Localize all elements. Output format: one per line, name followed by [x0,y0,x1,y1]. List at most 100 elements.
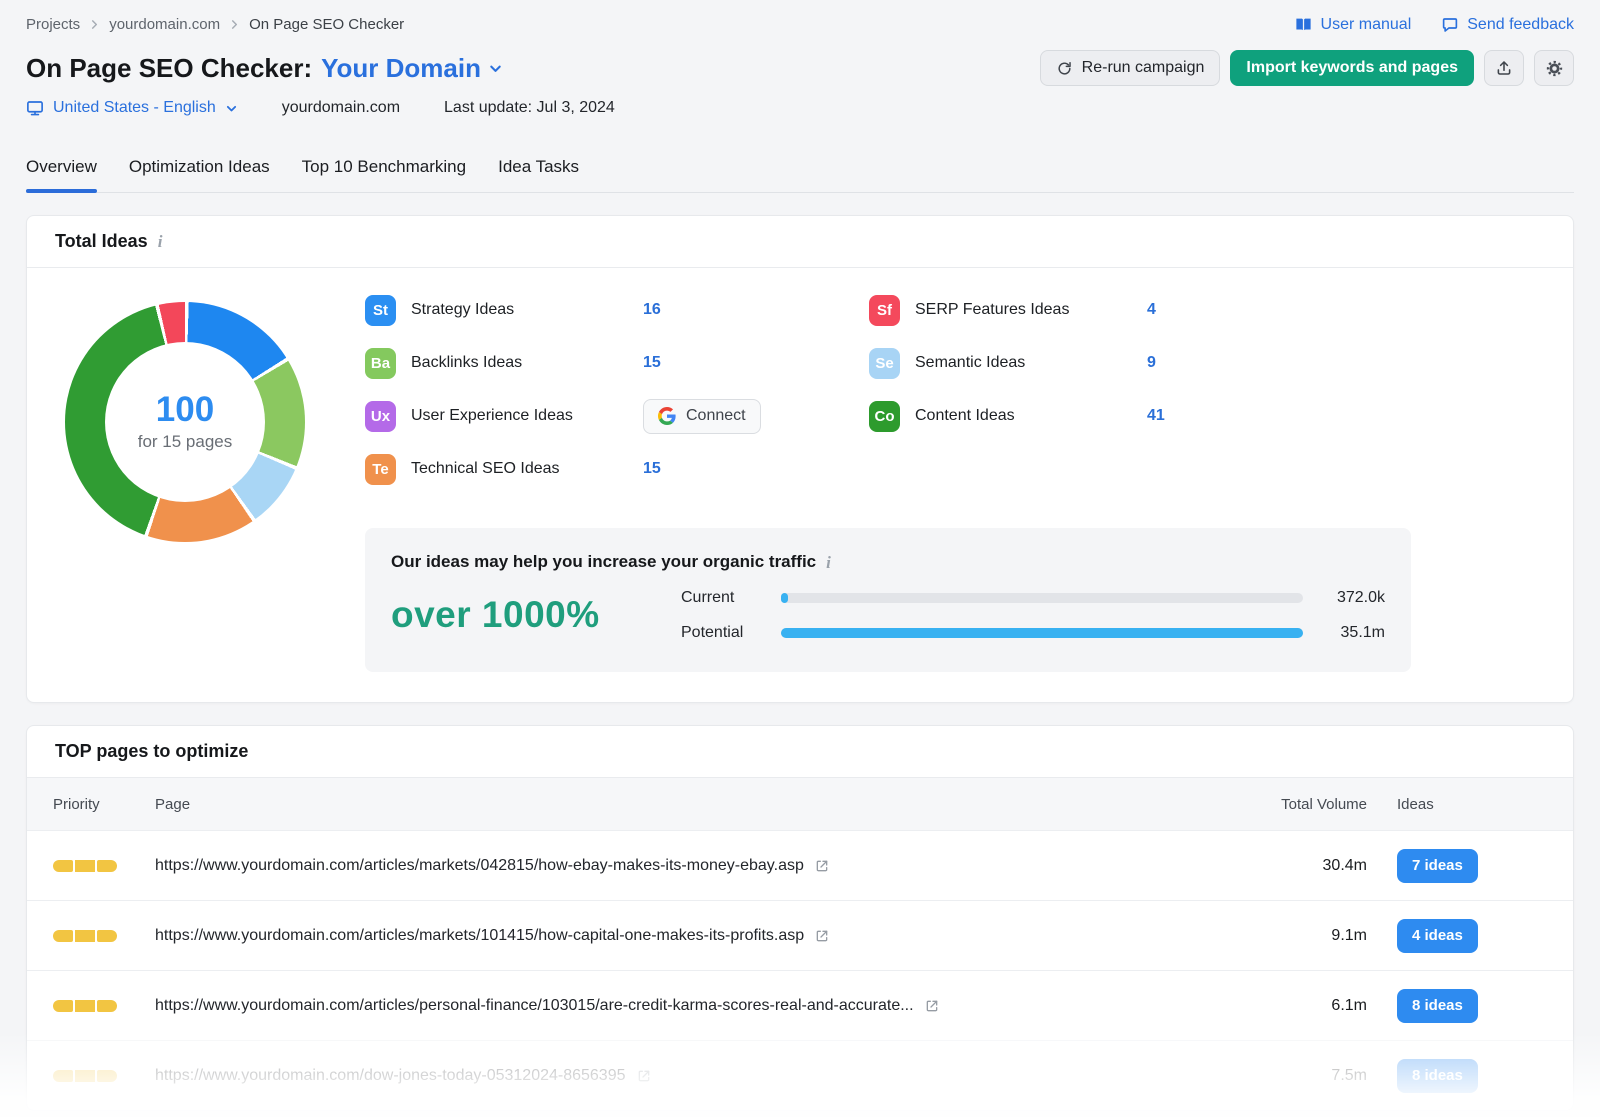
locale-selector[interactable]: United States - English [26,99,238,117]
info-icon[interactable]: i [158,233,163,250]
column-ideas: Ideas [1397,796,1547,813]
header-actions: Re-run campaign Import keywords and page… [1040,50,1574,86]
legend-label: Semantic Ideas [915,354,1147,372]
chevron-right-icon [230,20,239,29]
external-link-icon[interactable] [636,1068,652,1084]
google-logo-icon [658,407,676,425]
page-title: On Page SEO Checker: Your Domain [26,53,503,84]
tab-optimization-ideas[interactable]: Optimization Ideas [129,157,270,192]
import-keywords-label: Import keywords and pages [1246,59,1458,77]
user-manual-label: User manual [1321,16,1412,34]
monitor-icon [26,99,44,117]
send-feedback-link[interactable]: Send feedback [1441,16,1574,34]
send-feedback-label: Send feedback [1467,16,1574,34]
priority-indicator [53,930,155,942]
ideas-count-button[interactable]: 4 ideas [1397,919,1478,953]
content-ideas-count[interactable]: 41 [1147,407,1165,425]
external-link-icon[interactable] [814,858,830,874]
legend-label: Backlinks Ideas [411,354,643,372]
ideas-count-button[interactable]: 7 ideas [1397,849,1478,883]
locale-label: United States - English [53,99,216,117]
tab-overview[interactable]: Overview [26,157,97,192]
external-link-icon[interactable] [924,998,940,1014]
total-ideas-body: 100 for 15 pages St Strategy Ideas 16 B [27,268,1573,702]
external-link-icon[interactable] [814,928,830,944]
tab-bar: Overview Optimization Ideas Top 10 Bench… [26,157,1574,193]
chevron-down-icon [488,61,503,76]
rerun-campaign-button[interactable]: Re-run campaign [1040,50,1221,86]
ideas-count-button[interactable]: 8 ideas [1397,1059,1478,1093]
column-page: Page [155,796,1237,813]
user-experience-badge: Ux [365,401,396,432]
donut-center-value: 100 [156,392,214,429]
page-url-link[interactable]: https://www.yourdomain.com/articles/mark… [155,857,804,875]
potential-value: 35.1m [1323,624,1385,642]
import-keywords-button[interactable]: Import keywords and pages [1230,50,1474,86]
tab-top-10-benchmarking[interactable]: Top 10 Benchmarking [302,157,466,192]
table-row: https://www.yourdomain.com/dow-jones-tod… [27,1040,1573,1110]
legend-label: SERP Features Ideas [915,301,1147,319]
breadcrumb: Projects yourdomain.com On Page SEO Chec… [26,16,404,33]
total-ideas-title: Total Ideas [55,231,148,252]
serp-features-ideas-count[interactable]: 4 [1147,301,1156,319]
technical-seo-badge: Te [365,454,396,485]
top-pages-title: TOP pages to optimize [55,741,248,762]
title-row: On Page SEO Checker: Your Domain Re-run … [26,50,1574,86]
semantic-badge: Se [869,348,900,379]
column-priority: Priority [53,796,155,813]
traffic-highlight: over 1000% [391,594,681,636]
rerun-campaign-label: Re-run campaign [1082,59,1205,77]
current-bar-fill [781,593,788,603]
google-connect-button[interactable]: Connect [643,399,761,434]
page-url-link[interactable]: https://www.yourdomain.com/dow-jones-tod… [155,1067,626,1085]
user-manual-link[interactable]: User manual [1294,15,1412,34]
ideas-count-button[interactable]: 8 ideas [1397,989,1478,1023]
table-row: https://www.yourdomain.com/articles/mark… [27,900,1573,970]
top-pages-card: TOP pages to optimize Priority Page Tota… [26,725,1574,1111]
total-volume-value: 6.1m [1237,997,1367,1015]
technical-seo-ideas-count[interactable]: 15 [643,460,661,478]
column-total-volume: Total Volume [1237,796,1367,813]
settings-button[interactable] [1534,50,1574,86]
domain-selector[interactable]: Your Domain [321,53,503,84]
export-button[interactable] [1484,50,1524,86]
traffic-content: over 1000% Current 372.0k Potential [391,580,1385,650]
breadcrumb-current: On Page SEO Checker [249,16,404,33]
backlinks-badge: Ba [365,348,396,379]
semantic-ideas-count[interactable]: 9 [1147,354,1156,372]
total-volume-value: 9.1m [1237,927,1367,945]
legend-item-serp-features: Sf SERP Features Ideas 4 [869,294,1329,326]
potential-bar-fill [781,628,1303,638]
strategy-ideas-count[interactable]: 16 [643,301,661,319]
potential-traffic-row: Potential 35.1m [681,615,1385,650]
priority-indicator [53,1070,155,1082]
legend-label: Technical SEO Ideas [411,460,643,478]
meta-row: United States - English yourdomain.com L… [26,99,1574,117]
legend-columns: St Strategy Ideas 16 Ba Backlinks Ideas … [365,294,1547,506]
breadcrumb-projects[interactable]: Projects [26,16,80,33]
legend-column-right: Sf SERP Features Ideas 4 Se Semantic Ide… [869,294,1329,506]
gear-icon [1545,59,1564,78]
breadcrumb-domain[interactable]: yourdomain.com [109,16,220,33]
content-badge: Co [869,401,900,432]
topbar: Projects yourdomain.com On Page SEO Chec… [26,0,1574,34]
traffic-title: Our ideas may help you increase your org… [391,552,816,572]
top-pages-card-header: TOP pages to optimize [27,726,1573,778]
google-connect-label: Connect [686,407,746,425]
on-page-seo-checker-page: Projects yourdomain.com On Page SEO Chec… [0,0,1600,1111]
page-url-link[interactable]: https://www.yourdomain.com/articles/mark… [155,927,804,945]
info-icon[interactable]: i [826,554,831,571]
book-icon [1294,15,1313,34]
priority-indicator [53,860,155,872]
top-links: User manual Send feedback [1294,15,1574,34]
page-title-text: On Page SEO Checker: [26,53,312,84]
strategy-badge: St [365,295,396,326]
legend-label: Strategy Ideas [411,301,643,319]
domain-selector-label: Your Domain [321,53,481,84]
donut-center-label: for 15 pages [138,432,233,452]
priority-indicator [53,1000,155,1012]
legend-label: User Experience Ideas [411,407,643,425]
page-url-link[interactable]: https://www.yourdomain.com/articles/pers… [155,997,914,1015]
backlinks-ideas-count[interactable]: 15 [643,354,661,372]
tab-idea-tasks[interactable]: Idea Tasks [498,157,579,192]
